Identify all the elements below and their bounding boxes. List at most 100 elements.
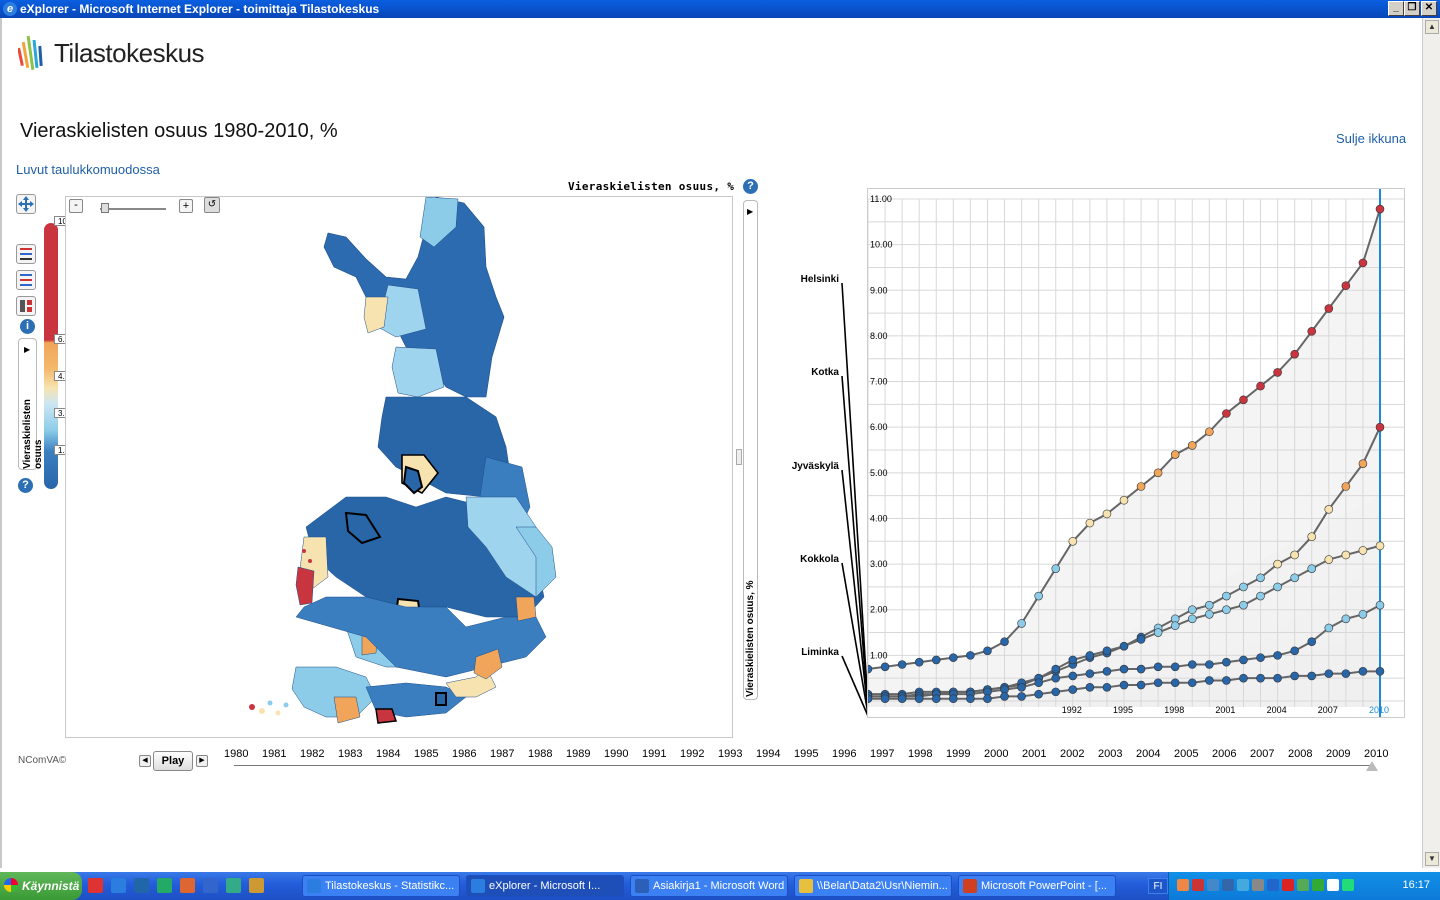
taskbar-task[interactable]: Tilastokeskus - Statistikc... (302, 875, 460, 897)
data-point (1153, 628, 1163, 637)
timeline-year[interactable]: 2005 (1174, 748, 1198, 760)
timeline-year[interactable]: 1989 (566, 748, 590, 760)
timeline-year[interactable]: 1982 (300, 748, 324, 760)
timeline-year[interactable]: 1998 (908, 748, 932, 760)
data-point (1358, 546, 1368, 555)
quick-launch-icon[interactable] (111, 878, 126, 893)
x-tick-label: 2001 (1215, 705, 1235, 715)
tray-icon[interactable] (1297, 879, 1309, 891)
taskbar-task[interactable]: eXplorer - Microsoft I... (466, 875, 624, 897)
data-point (1375, 204, 1385, 214)
minimize-button[interactable]: _ (1388, 1, 1404, 16)
quick-launch-icon[interactable] (226, 878, 241, 893)
timeline-year[interactable]: 1980 (224, 748, 248, 760)
data-point (931, 655, 941, 665)
step-back-button[interactable]: ◀ (139, 755, 151, 767)
quick-launch-icon[interactable] (134, 878, 149, 893)
y-tick-label: 6.00 (870, 422, 888, 432)
timeline-year[interactable]: 2004 (1136, 748, 1160, 760)
data-point (1205, 660, 1214, 669)
timeline-year[interactable]: 1986 (452, 748, 476, 760)
task-app-icon (963, 879, 977, 893)
data-point (1136, 482, 1146, 491)
timeline-year[interactable]: 1985 (414, 748, 438, 760)
play-button[interactable]: Play (153, 751, 193, 771)
data-point (914, 694, 924, 704)
data-point (1256, 591, 1265, 601)
data-point (949, 653, 958, 662)
quick-launch-icon[interactable] (157, 878, 172, 893)
time-series-svg[interactable]: 11.00 10.00 9.00 8.00 7.00 6.00 5.00 4.00 3.00 2.… (863, 189, 1406, 719)
data-point (1341, 281, 1351, 291)
quick-launch-icon[interactable] (180, 878, 195, 893)
data-point (1034, 689, 1043, 699)
tray-icon[interactable] (1282, 879, 1294, 891)
quick-launch-icon[interactable] (249, 878, 264, 893)
timeline-year[interactable]: 1999 (946, 748, 970, 760)
timeline-year[interactable]: 2006 (1212, 748, 1236, 760)
timeline-year[interactable]: 2000 (984, 748, 1008, 760)
tray-icon[interactable] (1237, 879, 1249, 891)
close-button[interactable]: ✕ (1421, 1, 1437, 16)
timeline-year[interactable]: 2010 (1364, 748, 1388, 760)
data-point (1102, 683, 1112, 692)
scroll-up-arrow-icon[interactable]: ▲ (1425, 20, 1439, 34)
data-point (1375, 541, 1385, 551)
timeline-year[interactable]: 1991 (642, 748, 666, 760)
quick-launch-icon[interactable] (203, 878, 218, 893)
timeline-year[interactable]: 2007 (1250, 748, 1274, 760)
vertical-scrollbar[interactable]: ▲ ▼ (1422, 18, 1440, 868)
language-indicator[interactable]: FI (1148, 878, 1168, 894)
timeline-year[interactable]: 1994 (756, 748, 780, 760)
timeline-year[interactable]: 2001 (1022, 748, 1046, 760)
step-forward-button[interactable]: ▶ (196, 755, 208, 767)
timeline-handle[interactable] (1366, 761, 1378, 771)
data-point (966, 651, 975, 660)
tray-icon[interactable] (1192, 879, 1204, 891)
timeline-year[interactable]: 1983 (338, 748, 362, 760)
quick-launch-icon[interactable] (88, 878, 103, 893)
data-point (1290, 550, 1299, 560)
y-tick-label: 3.00 (870, 559, 888, 569)
year-timeline[interactable]: 1980 1981 1982 1983 1984 1985 1986 1987 1988 1989… (224, 748, 1394, 778)
timeline-year[interactable]: 2008 (1288, 748, 1312, 760)
timeline-year[interactable]: 1992 (680, 748, 704, 760)
start-button[interactable]: Käynnistä (0, 872, 82, 900)
timeline-year[interactable]: 1996 (832, 748, 856, 760)
data-point (1136, 680, 1146, 690)
restore-button[interactable]: ❐ (1404, 1, 1420, 16)
timeline-year[interactable]: 2009 (1326, 748, 1350, 760)
timeline-year[interactable]: 1997 (870, 748, 894, 760)
tray-icon[interactable] (1342, 879, 1354, 891)
data-point (1085, 669, 1095, 678)
timeline-year[interactable]: 1993 (718, 748, 742, 760)
timeline-year[interactable]: 2003 (1098, 748, 1122, 760)
tray-icon[interactable] (1207, 879, 1219, 891)
timeline-year[interactable]: 1984 (376, 748, 400, 760)
timeline-year[interactable]: 1981 (262, 748, 286, 760)
data-point (1375, 667, 1385, 676)
timeline-year[interactable]: 1995 (794, 748, 818, 760)
time-series-chart[interactable]: 11.00 10.00 9.00 8.00 7.00 6.00 5.00 4.00 3.00 2.… (863, 188, 1406, 719)
timeline-year[interactable]: 1988 (528, 748, 552, 760)
tray-icon[interactable] (1252, 879, 1264, 891)
tray-icon[interactable] (1267, 879, 1279, 891)
x-tick-label: 1992 (1062, 705, 1082, 715)
timeline-year[interactable]: 1990 (604, 748, 628, 760)
scroll-down-arrow-icon[interactable]: ▼ (1425, 852, 1439, 866)
taskbar-task[interactable]: Microsoft PowerPoint - [... (958, 875, 1116, 897)
start-label: Käynnistä (22, 879, 80, 893)
taskbar-task[interactable]: Asiakirja1 - Microsoft Word (630, 875, 788, 897)
tray-icon[interactable] (1177, 879, 1189, 891)
timeline-year[interactable]: 1987 (490, 748, 514, 760)
taskbar-task[interactable]: \\Belar\Data2\Usr\Niemin... (794, 875, 952, 897)
data-point (983, 646, 992, 656)
tray-icon[interactable] (1312, 879, 1324, 891)
data-point (1153, 468, 1163, 478)
tray-icon[interactable] (1327, 879, 1339, 891)
timeline-track[interactable] (234, 765, 1374, 766)
data-point (1358, 459, 1368, 468)
timeline-year[interactable]: 2002 (1060, 748, 1084, 760)
tray-icon[interactable] (1222, 879, 1234, 891)
data-point (1000, 692, 1009, 701)
